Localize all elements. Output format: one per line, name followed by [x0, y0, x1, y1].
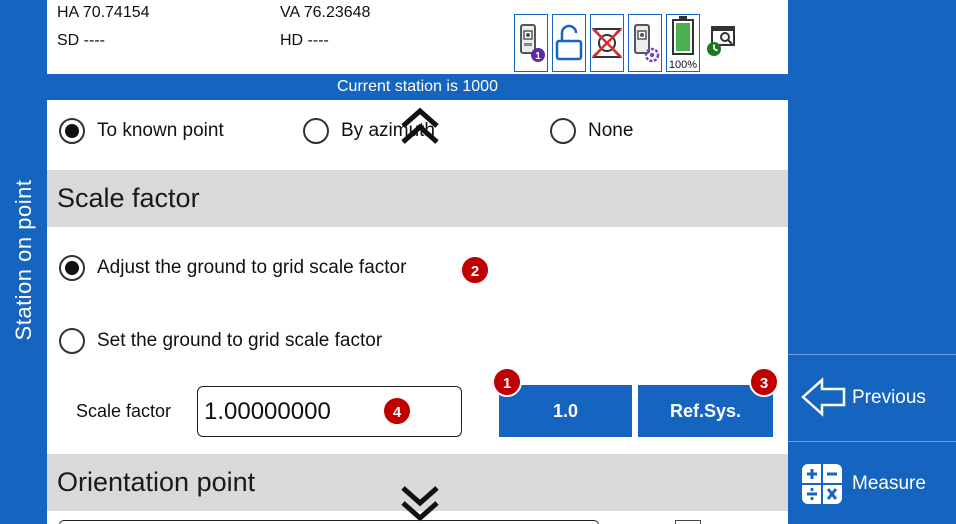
- va-readout: VA 76.23648: [280, 4, 371, 21]
- scale-factor-input[interactable]: 1.00000000: [197, 386, 462, 437]
- prism-settings-button[interactable]: [628, 14, 662, 72]
- ha-readout: HA 70.74154: [57, 4, 150, 21]
- right-panel-divider-top: [788, 354, 956, 355]
- scroll-down-icon[interactable]: [398, 484, 442, 524]
- radio-label-none[interactable]: None: [588, 120, 633, 142]
- previous-button[interactable]: Previous: [788, 356, 956, 440]
- arrow-left-icon: [801, 377, 846, 417]
- callout-badge-1: 1: [492, 367, 522, 397]
- prism-status-button[interactable]: 1: [514, 14, 548, 72]
- orientation-point-section-title: Orientation point: [57, 467, 256, 497]
- calculator-icon: [802, 464, 842, 504]
- no-target-icon: [591, 28, 623, 58]
- radio-label-adjust-scale-factor[interactable]: Adjust the ground to grid scale factor: [97, 257, 406, 279]
- scroll-up-icon[interactable]: [398, 106, 442, 146]
- radio-label-to-known-point[interactable]: To known point: [97, 120, 224, 142]
- battery-status: 100%: [666, 14, 700, 72]
- measure-button[interactable]: Measure: [788, 442, 956, 524]
- scale-factor-field-label: Scale factor: [76, 401, 172, 421]
- app-window: Station on point HA 70.74154 SD ---- VA …: [0, 0, 956, 524]
- camera-clock-button[interactable]: [704, 14, 738, 72]
- radio-none[interactable]: [550, 118, 576, 144]
- battery-percent: 100%: [669, 59, 697, 71]
- scale-factor-value: 1.00000000: [204, 398, 331, 425]
- radio-to-known-point[interactable]: [59, 118, 85, 144]
- orientation-point-input[interactable]: [59, 520, 599, 524]
- prism-settings-icon: [634, 24, 660, 63]
- previous-label: Previous: [852, 387, 926, 408]
- scale-one-button[interactable]: 1.0: [499, 385, 632, 437]
- prism-badge: 1: [535, 51, 541, 62]
- radio-label-set-scale-factor[interactable]: Set the ground to grid scale factor: [97, 330, 382, 352]
- sd-readout: SD ----: [57, 32, 105, 49]
- left-band: Station on point: [0, 0, 47, 524]
- radio-adjust-scale-factor[interactable]: [59, 255, 85, 281]
- measure-label: Measure: [852, 473, 926, 494]
- prism-icon: 1: [520, 24, 545, 62]
- camera-clock-icon: [707, 26, 735, 56]
- callout-badge-3: 3: [749, 367, 779, 397]
- battery-icon: 100%: [669, 16, 697, 71]
- radio-set-scale-factor[interactable]: [59, 328, 85, 354]
- station-banner: Current station is 1000: [47, 74, 788, 100]
- radio-by-azimuth[interactable]: [303, 118, 329, 144]
- right-action-panel: Previous Measure: [788, 0, 956, 524]
- callout-badge-4: 4: [382, 396, 412, 426]
- status-panel: HA 70.74154 SD ---- VA 76.23648 HD ---- …: [47, 0, 788, 74]
- hd-readout: HD ----: [280, 32, 329, 49]
- orientation-point-checkbox[interactable]: [675, 520, 701, 524]
- scale-factor-section-title: Scale factor: [57, 183, 200, 213]
- unlock-icon: [555, 24, 583, 61]
- page-title: Station on point: [11, 179, 36, 341]
- main-content[interactable]: To known point By azimuth None Scale fac…: [47, 100, 788, 524]
- scale-factor-section-header: Scale factor: [47, 170, 788, 227]
- target-status-button[interactable]: [590, 14, 624, 72]
- callout-badge-2: 2: [460, 255, 490, 285]
- lock-status-button[interactable]: [552, 14, 586, 72]
